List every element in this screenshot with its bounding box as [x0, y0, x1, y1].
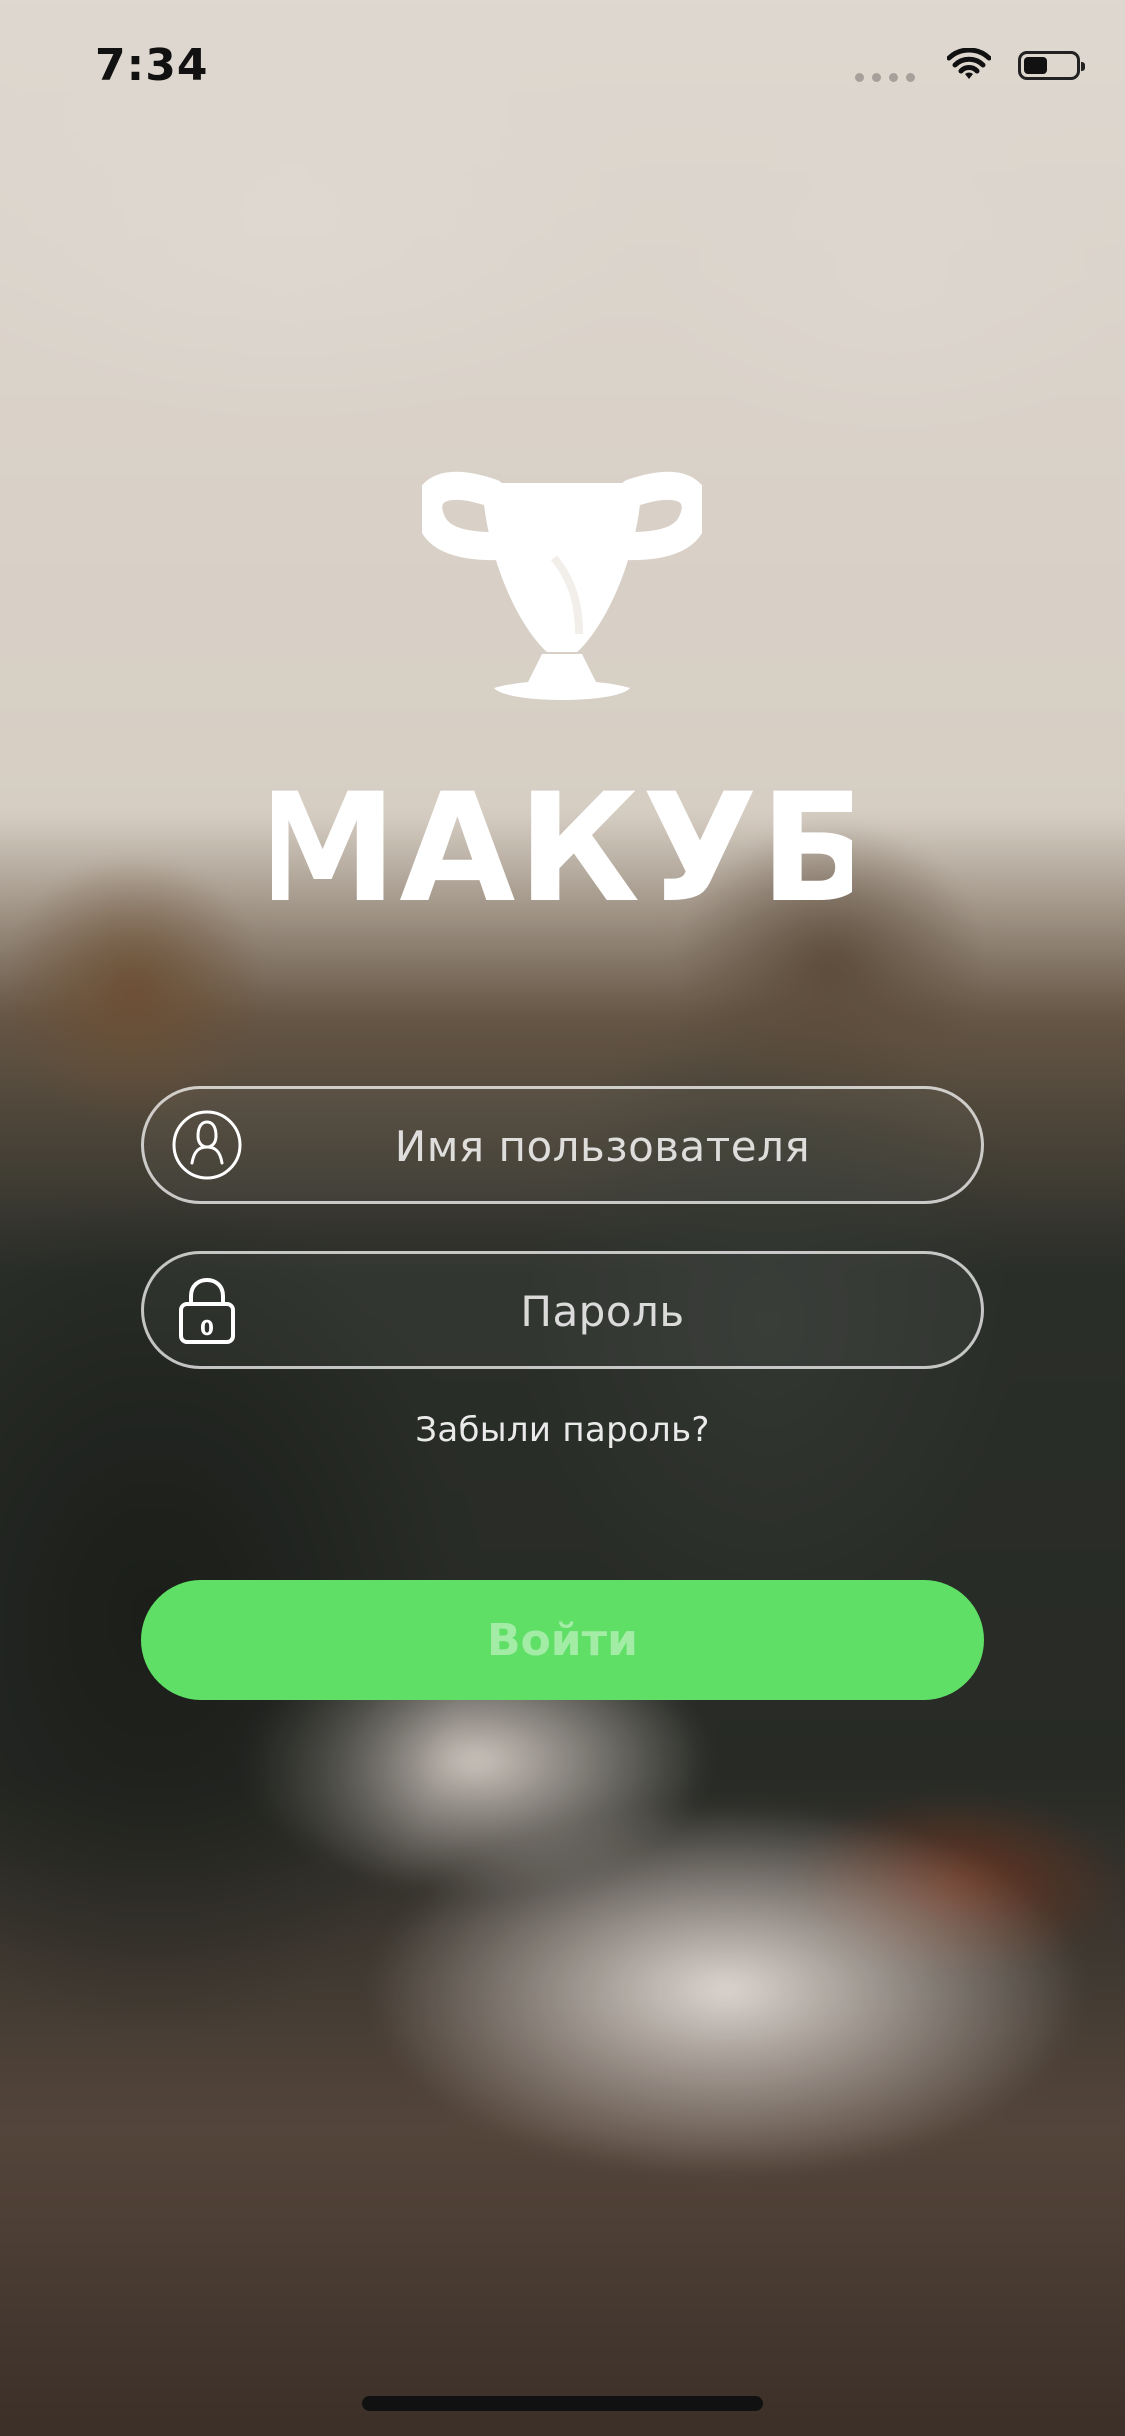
login-button[interactable]: Войти [141, 1580, 984, 1700]
lock-icon: 0 [179, 1277, 235, 1344]
status-time: 7:34 [95, 40, 209, 91]
username-field[interactable] [141, 1086, 984, 1204]
user-icon [172, 1110, 242, 1180]
status-bar: 7:34 [0, 0, 1125, 132]
password-input[interactable] [254, 1254, 951, 1368]
signal-dots-icon [855, 73, 915, 82]
username-input[interactable] [254, 1089, 951, 1203]
password-field[interactable]: 0 [141, 1251, 984, 1369]
forgot-password-link[interactable]: Забыли пароль? [0, 1410, 1125, 1450]
brand-logo: МАКУБ [272, 468, 852, 953]
brand-name: МАКУБ [272, 768, 852, 918]
lock-icon-digit: 0 [200, 1316, 214, 1340]
login-screen: 7:34 МАКУБ Имя пользователя 0 Забыли пар… [0, 0, 1125, 2436]
battery-level [1024, 57, 1047, 74]
background-overlay [0, 0, 1125, 2436]
brand-wordmark: МАКУБ [272, 768, 852, 918]
home-indicator [362, 2396, 763, 2411]
wifi-icon [947, 48, 991, 79]
trophy-cup-icon [422, 471, 702, 700]
battery-icon [1018, 51, 1085, 80]
